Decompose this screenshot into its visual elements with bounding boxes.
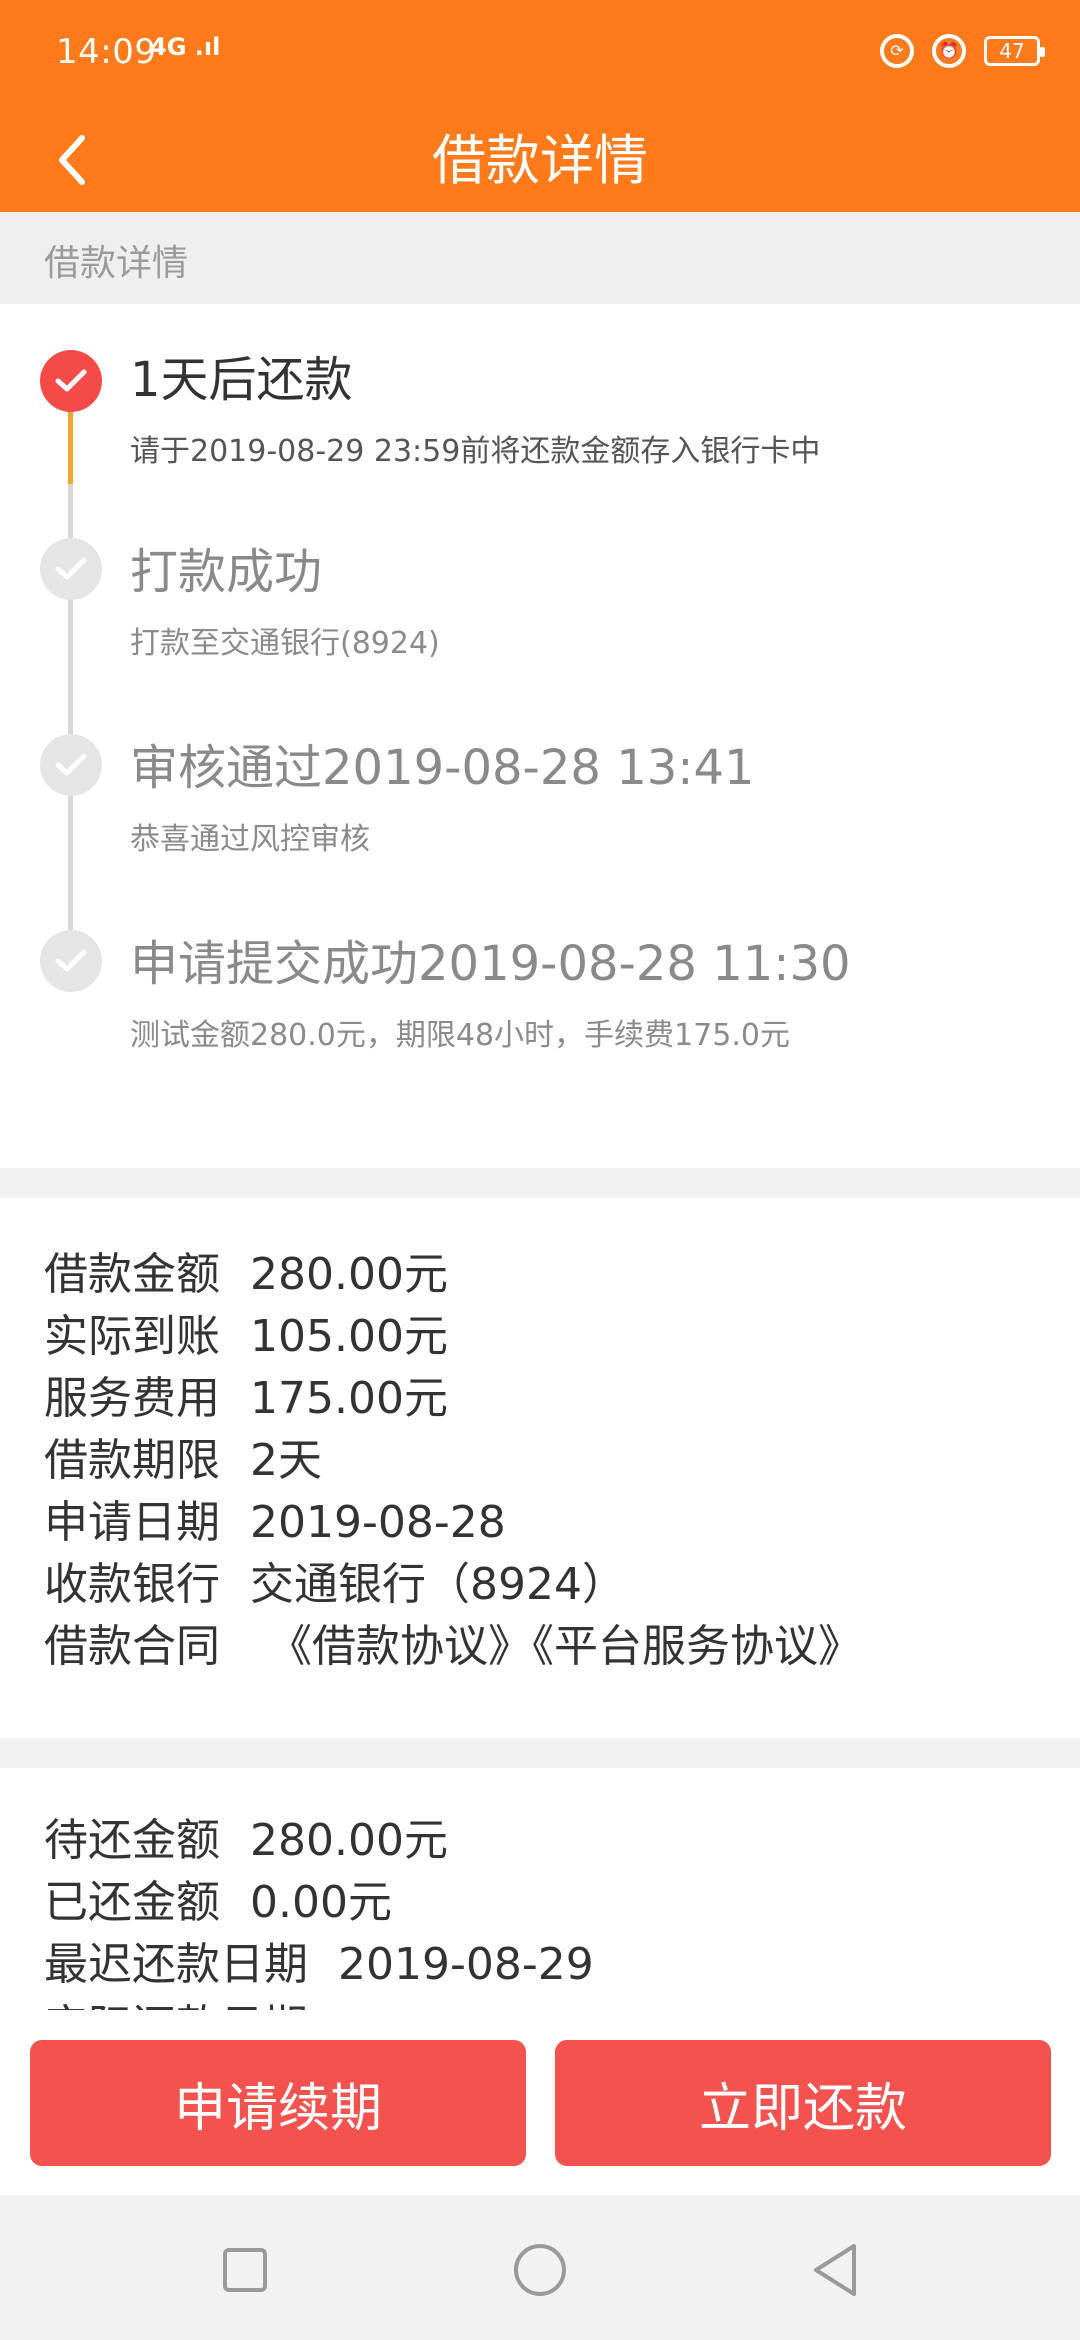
info-value: 2019-08-29	[338, 1939, 594, 1990]
info-row-date: 申请日期 2019-08-28	[44, 1486, 506, 1550]
timeline-title: 申请提交成功2019-08-28 11:30	[130, 936, 851, 992]
check-icon	[40, 538, 102, 600]
info-label: 待还金额	[44, 1815, 220, 1866]
info-label: 收款银行	[44, 1559, 220, 1610]
info-label: 申请日期	[44, 1497, 220, 1548]
timeline-desc: 请于2019-08-29 23:59前将还款金额存入银行卡中	[130, 434, 821, 469]
info-value: 280.00元	[250, 1249, 448, 1300]
square-icon	[223, 2248, 267, 2292]
check-icon	[40, 930, 102, 992]
info-label: 实际到账	[44, 1311, 220, 1362]
info-value: 交通银行（8924）	[250, 1559, 626, 1610]
info-label: 借款期限	[44, 1435, 220, 1486]
info-label: 实际还款日期	[44, 1990, 308, 2010]
back-nav-button[interactable]	[805, 2240, 865, 2300]
system-nav-bar	[0, 2195, 1080, 2340]
signal-indicator: 4G .ıl	[150, 33, 221, 61]
info-value: 2019-08-28	[250, 1497, 506, 1548]
circle-icon	[514, 2244, 566, 2296]
repay-row-due: 待还金额 280.00元	[44, 1804, 448, 1868]
info-row-bank: 收款银行 交通银行（8924）	[44, 1548, 626, 1612]
recent-apps-button[interactable]	[215, 2240, 275, 2300]
loan-timeline: 1天后还款 请于2019-08-29 23:59前将还款金额存入银行卡中 打款成…	[0, 304, 1080, 1168]
alarm-icon: ⏰	[932, 34, 966, 68]
repay-row-latest: 最迟还款日期 2019-08-29	[44, 1928, 594, 1992]
repay-row-paid: 已还金额 0.00元	[44, 1866, 392, 1930]
check-icon	[40, 734, 102, 796]
info-value: 0.00元	[250, 1877, 392, 1928]
section-title: 借款详情	[44, 243, 189, 284]
divider-band	[0, 1168, 1080, 1198]
screen: 14:09 4G .ıl ⟳ ⏰ 47 借款详情 借款详情 1天后还款 请于20…	[0, 0, 1080, 2340]
info-row-term: 借款期限 2天	[44, 1424, 322, 1488]
info-value: 175.00元	[250, 1373, 448, 1424]
info-label: 借款金额	[44, 1249, 220, 1300]
repay-info-card: 待还金额 280.00元 已还金额 0.00元 最迟还款日期 2019-08-29 实…	[0, 1768, 1080, 2010]
status-time: 14:09	[56, 32, 157, 72]
info-label: 已还金额	[44, 1877, 220, 1928]
status-icons: ⟳ ⏰ 47	[880, 34, 1045, 68]
info-label: 最迟还款日期	[44, 1939, 308, 1990]
info-value: 105.00元	[250, 1311, 448, 1362]
info-row-amount: 借款金额 280.00元	[44, 1238, 448, 1302]
section-header: 借款详情	[0, 212, 1080, 304]
info-value: 2天	[250, 1435, 322, 1486]
repay-row-actual: 实际还款日期	[44, 1990, 338, 2010]
check-icon	[40, 350, 102, 412]
info-value: 280.00元	[250, 1815, 448, 1866]
action-bar: 申请续期 立即还款	[0, 2010, 1080, 2195]
status-bar: 14:09 4G .ıl ⟳ ⏰ 47	[0, 0, 1080, 110]
timeline-desc: 测试金额280.0元，期限48小时，手续费175.0元	[130, 1018, 790, 1053]
info-row-fee: 服务费用 175.00元	[44, 1362, 448, 1426]
renew-button[interactable]: 申请续期	[30, 2040, 526, 2166]
repay-now-button[interactable]: 立即还款	[555, 2040, 1051, 2166]
info-label: 借款合同	[44, 1621, 220, 1672]
info-row-received: 实际到账 105.00元	[44, 1300, 448, 1364]
page-title: 借款详情	[432, 129, 648, 192]
info-label: 服务费用	[44, 1373, 220, 1424]
timeline-title: 审核通过2019-08-28 13:41	[130, 740, 755, 796]
divider-band	[0, 1738, 1080, 1768]
timeline-desc: 恭喜通过风控审核	[130, 822, 370, 857]
timeline-title: 1天后还款	[130, 352, 353, 408]
info-row-contract: 借款合同 《借款协议》《平台服务协议》	[44, 1610, 862, 1674]
triangle-back-icon	[814, 2244, 856, 2296]
battery-icon: 47	[984, 36, 1045, 66]
loan-info-card: 借款金额 280.00元 实际到账 105.00元 服务费用 175.00元 借款期限…	[0, 1198, 1080, 1738]
battery-level: 47	[999, 39, 1025, 63]
lock-rotation-icon: ⟳	[880, 34, 914, 68]
app-header: 借款详情	[0, 110, 1080, 212]
contract-links[interactable]: 《借款协议》《平台服务协议》	[268, 1610, 862, 1674]
timeline-desc: 打款至交通银行(8924)	[130, 626, 440, 661]
timeline-title: 打款成功	[130, 544, 323, 600]
home-button[interactable]	[510, 2240, 570, 2300]
